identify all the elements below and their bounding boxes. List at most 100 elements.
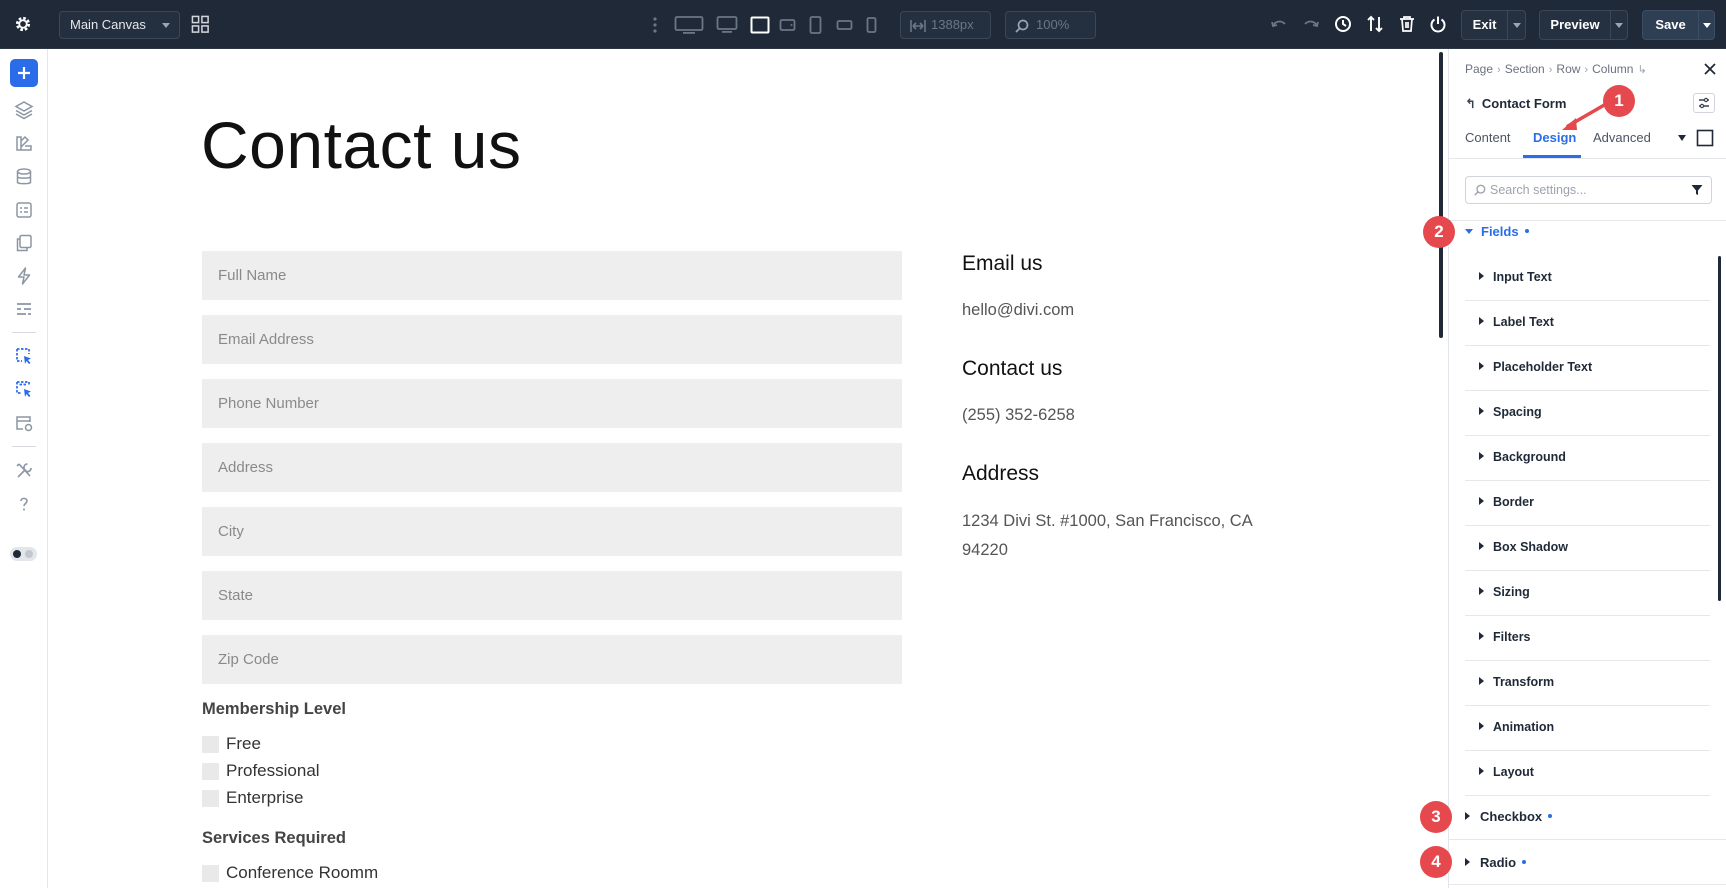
chevron-down-icon[interactable] — [1703, 23, 1711, 28]
field-item-animation[interactable]: Animation — [1465, 706, 1710, 751]
database-icon[interactable] — [14, 167, 34, 187]
zip-code-input[interactable]: Zip Code — [202, 635, 902, 684]
close-icon[interactable] — [1703, 62, 1717, 76]
chevron-right-icon — [1479, 767, 1484, 775]
help-icon[interactable] — [14, 494, 34, 514]
layout-icon[interactable] — [14, 200, 34, 220]
email-address-input[interactable]: Email Address — [202, 315, 902, 364]
chevron-down-icon[interactable] — [1677, 134, 1687, 142]
search-settings-input[interactable]: Search settings... — [1465, 176, 1712, 204]
annotation-badge-4: 4 — [1420, 846, 1452, 878]
field-item-input-text[interactable]: Input Text — [1465, 256, 1710, 301]
section-checkbox[interactable]: Checkbox — [1465, 809, 1553, 824]
panel-options-button[interactable] — [1693, 93, 1715, 113]
breadcrumb-section[interactable]: Section — [1505, 62, 1545, 76]
phone-landscape-icon[interactable] — [836, 15, 853, 35]
tablet-landscape-icon[interactable] — [779, 15, 796, 35]
laptop-icon[interactable] — [750, 15, 770, 35]
desktop-icon[interactable] — [716, 15, 738, 35]
breadcrumb-row[interactable]: Row — [1556, 62, 1580, 76]
power-icon[interactable] — [1429, 15, 1447, 33]
field-item-label: Spacing — [1493, 405, 1542, 419]
back-arrow-icon[interactable]: ↰ — [1465, 96, 1476, 112]
field-item-box-shadow[interactable]: Box Shadow — [1465, 526, 1710, 571]
chevron-down-icon[interactable] — [1615, 23, 1623, 28]
presets-icon[interactable] — [14, 299, 34, 319]
settings-window-icon[interactable] — [14, 413, 34, 433]
zoom-field[interactable]: 100% — [1005, 11, 1096, 39]
field-item-label: Input Text — [1493, 270, 1552, 284]
field-item-layout[interactable]: Layout — [1465, 751, 1710, 796]
city-input[interactable]: City — [202, 507, 902, 556]
bolt-icon[interactable] — [14, 266, 34, 286]
tab-content[interactable]: Content — [1465, 130, 1511, 145]
sort-icon[interactable] — [1366, 15, 1384, 33]
canvas-select[interactable]: Main Canvas — [59, 11, 180, 39]
state-input[interactable]: State — [202, 571, 902, 620]
square-icon[interactable] — [1696, 129, 1714, 147]
tools-icon[interactable] — [14, 461, 34, 481]
field-item-placeholder-text[interactable]: Placeholder Text — [1465, 346, 1710, 391]
annotation-badge-1: 1 — [1603, 85, 1635, 117]
tablet-icon[interactable] — [809, 15, 822, 35]
filter-icon[interactable] — [1691, 184, 1703, 196]
chevron-right-icon — [1465, 858, 1470, 866]
contact-us-heading: Contact us — [962, 357, 1063, 380]
add-module-button[interactable] — [10, 59, 38, 87]
address-input[interactable]: Address — [202, 443, 902, 492]
toggle-icon[interactable] — [10, 547, 37, 561]
module-title: ↰ Contact Form — [1465, 96, 1566, 112]
exit-button[interactable]: Exit — [1461, 10, 1526, 40]
save-button[interactable]: Save — [1642, 10, 1715, 40]
theme-icon[interactable] — [14, 133, 34, 153]
panel-scrollbar[interactable] — [1718, 256, 1721, 601]
exit-label: Exit — [1472, 17, 1497, 32]
checkbox-box[interactable] — [202, 790, 219, 807]
desktop-wide-icon[interactable] — [674, 15, 704, 35]
section-radio[interactable]: Radio — [1465, 855, 1527, 870]
layout-grid-icon[interactable] — [191, 15, 210, 34]
zoom-icon — [1015, 19, 1029, 33]
undo-icon[interactable] — [1270, 15, 1288, 33]
gear-icon[interactable] — [13, 14, 33, 34]
sliders-icon — [1699, 97, 1709, 109]
field-item-filters[interactable]: Filters — [1465, 616, 1710, 661]
field-item-background[interactable]: Background — [1465, 436, 1710, 481]
full-name-input[interactable]: Full Name — [202, 251, 902, 300]
redo-icon[interactable] — [1302, 15, 1320, 33]
checkbox-label: Enterprise — [226, 788, 304, 807]
field-item-border[interactable]: Border — [1465, 481, 1710, 526]
pages-icon[interactable] — [14, 233, 34, 253]
phone-number-input[interactable]: Phone Number — [202, 379, 902, 428]
save-label: Save — [1655, 17, 1686, 32]
canvas-scrollbar[interactable] — [1439, 52, 1443, 338]
field-item-transform[interactable]: Transform — [1465, 661, 1710, 706]
history-icon[interactable] — [1334, 15, 1352, 33]
click-select-icon[interactable] — [14, 346, 34, 366]
services-required-title: Services Required — [202, 829, 346, 847]
trash-icon[interactable] — [1398, 15, 1416, 33]
field-item-label: Border — [1493, 495, 1534, 509]
checkbox-box[interactable] — [202, 763, 219, 780]
preview-button[interactable]: Preview — [1539, 10, 1628, 40]
canvas-width-field[interactable]: 1388px — [900, 11, 991, 39]
field-item-sizing[interactable]: Sizing — [1465, 571, 1710, 616]
checkbox-box[interactable] — [202, 865, 219, 882]
section-fields[interactable]: Fields — [1465, 224, 1529, 239]
checkbox-box[interactable] — [202, 736, 219, 753]
more-vertical-icon[interactable] — [651, 15, 659, 35]
settings-panel: Page › Section › Row › Column ↳ ↰ Contact Form C… — [1448, 49, 1726, 888]
chevron-right-icon — [1465, 812, 1470, 820]
field-item-label: Filters — [1493, 630, 1531, 644]
field-item-label: Animation — [1493, 720, 1555, 734]
field-item-label: Layout — [1493, 765, 1534, 779]
breadcrumb-column[interactable]: Column — [1592, 62, 1633, 76]
phone-icon[interactable] — [866, 15, 877, 35]
multi-select-icon[interactable] — [14, 379, 34, 399]
breadcrumb-page[interactable]: Page — [1465, 62, 1493, 76]
field-item-label-text[interactable]: Label Text — [1465, 301, 1710, 346]
chevron-down-icon[interactable] — [1513, 23, 1521, 28]
field-item-spacing[interactable]: Spacing — [1465, 391, 1710, 436]
search-icon — [1474, 184, 1486, 196]
layers-icon[interactable] — [14, 100, 34, 120]
